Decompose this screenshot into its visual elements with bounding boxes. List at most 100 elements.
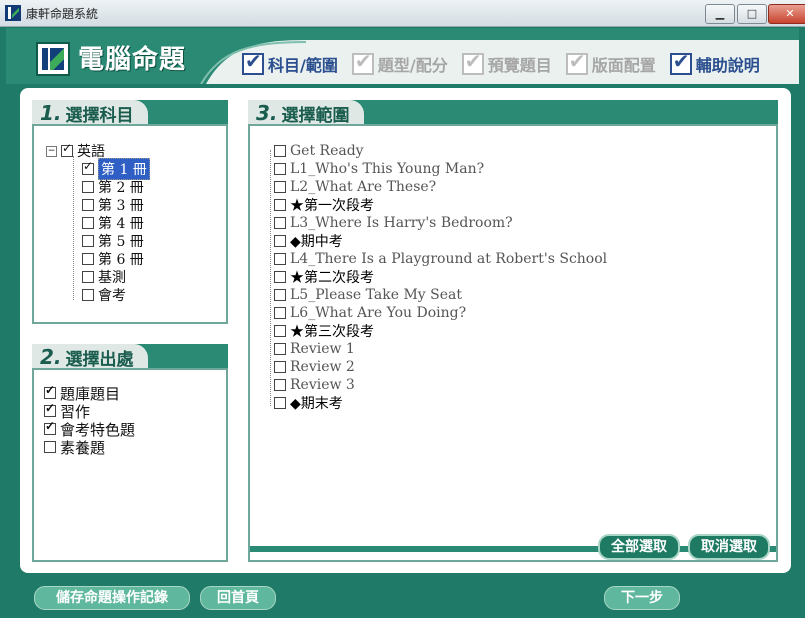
check-icon [669, 49, 692, 75]
range-item[interactable]: L2_What Are These? [274, 178, 436, 196]
step-layout[interactable]: 版面配置 [565, 49, 656, 78]
checkbox[interactable] [82, 199, 94, 211]
checkbox[interactable] [274, 217, 286, 229]
range-item[interactable]: L6_What Are You Doing? [274, 304, 466, 322]
step-label: 科目/範圍 [268, 56, 338, 75]
range-label: L1_Who's This Young Man? [290, 161, 485, 177]
range-label: L6_What Are You Doing? [290, 305, 467, 321]
section-number: 1. [40, 101, 62, 125]
section-tab: 1. 選擇科目 [32, 100, 148, 126]
range-label: ◆期中考 [290, 234, 343, 250]
range-label: Review 1 [290, 341, 355, 357]
title-bar: 康軒命題系統 ▁ □ ✕ [0, 0, 805, 27]
check-icon [242, 49, 264, 75]
minimize-button[interactable]: ▁ [705, 4, 735, 24]
range-item[interactable]: ★第三次段考 [274, 322, 374, 340]
section-source-header: 2. 選擇出處 [32, 344, 228, 370]
section-tab: 3. 選擇範圍 [248, 100, 364, 126]
section-title: 選擇出處 [65, 349, 134, 370]
checkbox[interactable] [82, 271, 94, 283]
tree-label: 第 6 冊 [98, 252, 144, 268]
tree-line [73, 156, 74, 300]
close-button[interactable]: ✕ [768, 4, 805, 24]
select-all-button[interactable]: 全部選取 [598, 534, 680, 560]
tree-label: 會考 [98, 288, 126, 304]
next-button[interactable]: 下一步 [604, 586, 680, 610]
source-item-bank[interactable]: 題庫題目 [44, 383, 135, 403]
range-label: ★第二次段考 [290, 270, 374, 286]
checkbox[interactable] [274, 379, 286, 391]
checkbox[interactable] [82, 217, 94, 229]
checkbox[interactable] [274, 163, 286, 175]
tree-root[interactable]: − 英語 [46, 141, 105, 160]
range-item[interactable]: L4_There Is a Playground at Robert's Sch… [274, 250, 607, 268]
deselect-all-button[interactable]: 取消選取 [688, 534, 770, 560]
step-help[interactable]: 輔助說明 [669, 49, 760, 78]
app-window: 康軒命題系統 ▁ □ ✕ 電腦命題 科目/範圍 題型/配分 預覽題目 [0, 0, 805, 618]
checkbox[interactable] [274, 397, 286, 409]
save-log-button[interactable]: 儲存命題操作記錄 [34, 586, 190, 610]
checkbox[interactable] [274, 289, 286, 301]
checkbox[interactable] [274, 253, 286, 265]
checkbox[interactable] [274, 145, 286, 157]
range-item[interactable]: L3_Where Is Harry's Bedroom? [274, 214, 513, 232]
tree-line [270, 150, 271, 406]
range-item[interactable]: ★第二次段考 [274, 268, 374, 286]
tree-item-book1[interactable]: 第 1 冊 [82, 158, 150, 180]
range-label: L2_What Are These? [290, 179, 437, 195]
checkbox[interactable] [82, 159, 94, 175]
checkbox[interactable] [274, 343, 286, 355]
checkbox[interactable] [274, 361, 286, 373]
range-item[interactable]: Review 1 [274, 340, 355, 358]
checkbox[interactable] [44, 401, 56, 417]
range-item[interactable]: ◆期中考 [274, 232, 343, 250]
source-list: 題庫題目 習作 會考特色題 素養題 [44, 383, 135, 457]
maximize-button[interactable]: □ [737, 4, 767, 24]
range-item[interactable]: L1_Who's This Young Man? [274, 160, 484, 178]
checkbox[interactable] [82, 253, 94, 265]
checkbox[interactable] [82, 289, 94, 301]
checkbox[interactable] [274, 199, 286, 211]
range-label: L4_There Is a Playground at Robert's Sch… [290, 251, 608, 267]
home-button[interactable]: 回首頁 [200, 586, 276, 610]
step-subject-range[interactable]: 科目/範圍 [242, 49, 338, 78]
tree-item-book5[interactable]: 第 5 冊 [82, 232, 144, 250]
section-tab: 2. 選擇出處 [32, 344, 148, 370]
step-label: 題型/配分 [377, 56, 448, 75]
subject-tree-panel: − 英語 第 1 冊 第 2 冊 第 3 冊 第 4 冊 [32, 124, 228, 324]
tree-label: 第 3 冊 [98, 198, 144, 214]
range-item[interactable]: ★第一次段考 [274, 196, 374, 214]
brand-title: 電腦命題 [78, 45, 187, 75]
window-title: 康軒命題系統 [26, 7, 99, 21]
checkbox[interactable] [44, 383, 56, 399]
checkbox[interactable] [274, 325, 286, 337]
checkbox[interactable] [44, 441, 56, 453]
range-item[interactable]: L5_Please Take My Seat [274, 286, 462, 304]
range-item[interactable]: Review 2 [274, 358, 355, 376]
collapse-icon[interactable]: − [46, 145, 57, 157]
source-item-literacy[interactable]: 素養題 [44, 438, 135, 457]
tree-item-book3[interactable]: 第 3 冊 [82, 196, 144, 214]
tree-label: 第 2 冊 [98, 180, 144, 196]
range-item[interactable]: Get Ready [274, 142, 364, 160]
checkbox[interactable] [274, 235, 286, 247]
checkbox[interactable] [82, 235, 94, 247]
checkbox[interactable] [61, 141, 73, 157]
checkbox[interactable] [274, 307, 286, 319]
range-item[interactable]: Review 3 [274, 376, 355, 394]
step-preview[interactable]: 預覽題目 [461, 49, 552, 78]
source-item-special[interactable]: 會考特色題 [44, 419, 135, 439]
checkbox[interactable] [82, 181, 94, 193]
range-item[interactable]: ◆期末考 [274, 394, 343, 412]
tree-item-cap-exam[interactable]: 會考 [82, 286, 126, 304]
tree-item-book2[interactable]: 第 2 冊 [82, 178, 144, 196]
checkbox[interactable] [44, 419, 56, 435]
checkbox[interactable] [274, 271, 286, 283]
tree-item-book4[interactable]: 第 4 冊 [82, 214, 144, 232]
source-item-workbook[interactable]: 習作 [44, 401, 135, 421]
step-question-type[interactable]: 題型/配分 [351, 49, 448, 78]
checkbox[interactable] [274, 181, 286, 193]
tree-item-basic-test[interactable]: 基測 [82, 268, 126, 286]
tree-item-book6[interactable]: 第 6 冊 [82, 250, 144, 268]
range-label: ◆期末考 [290, 396, 343, 412]
